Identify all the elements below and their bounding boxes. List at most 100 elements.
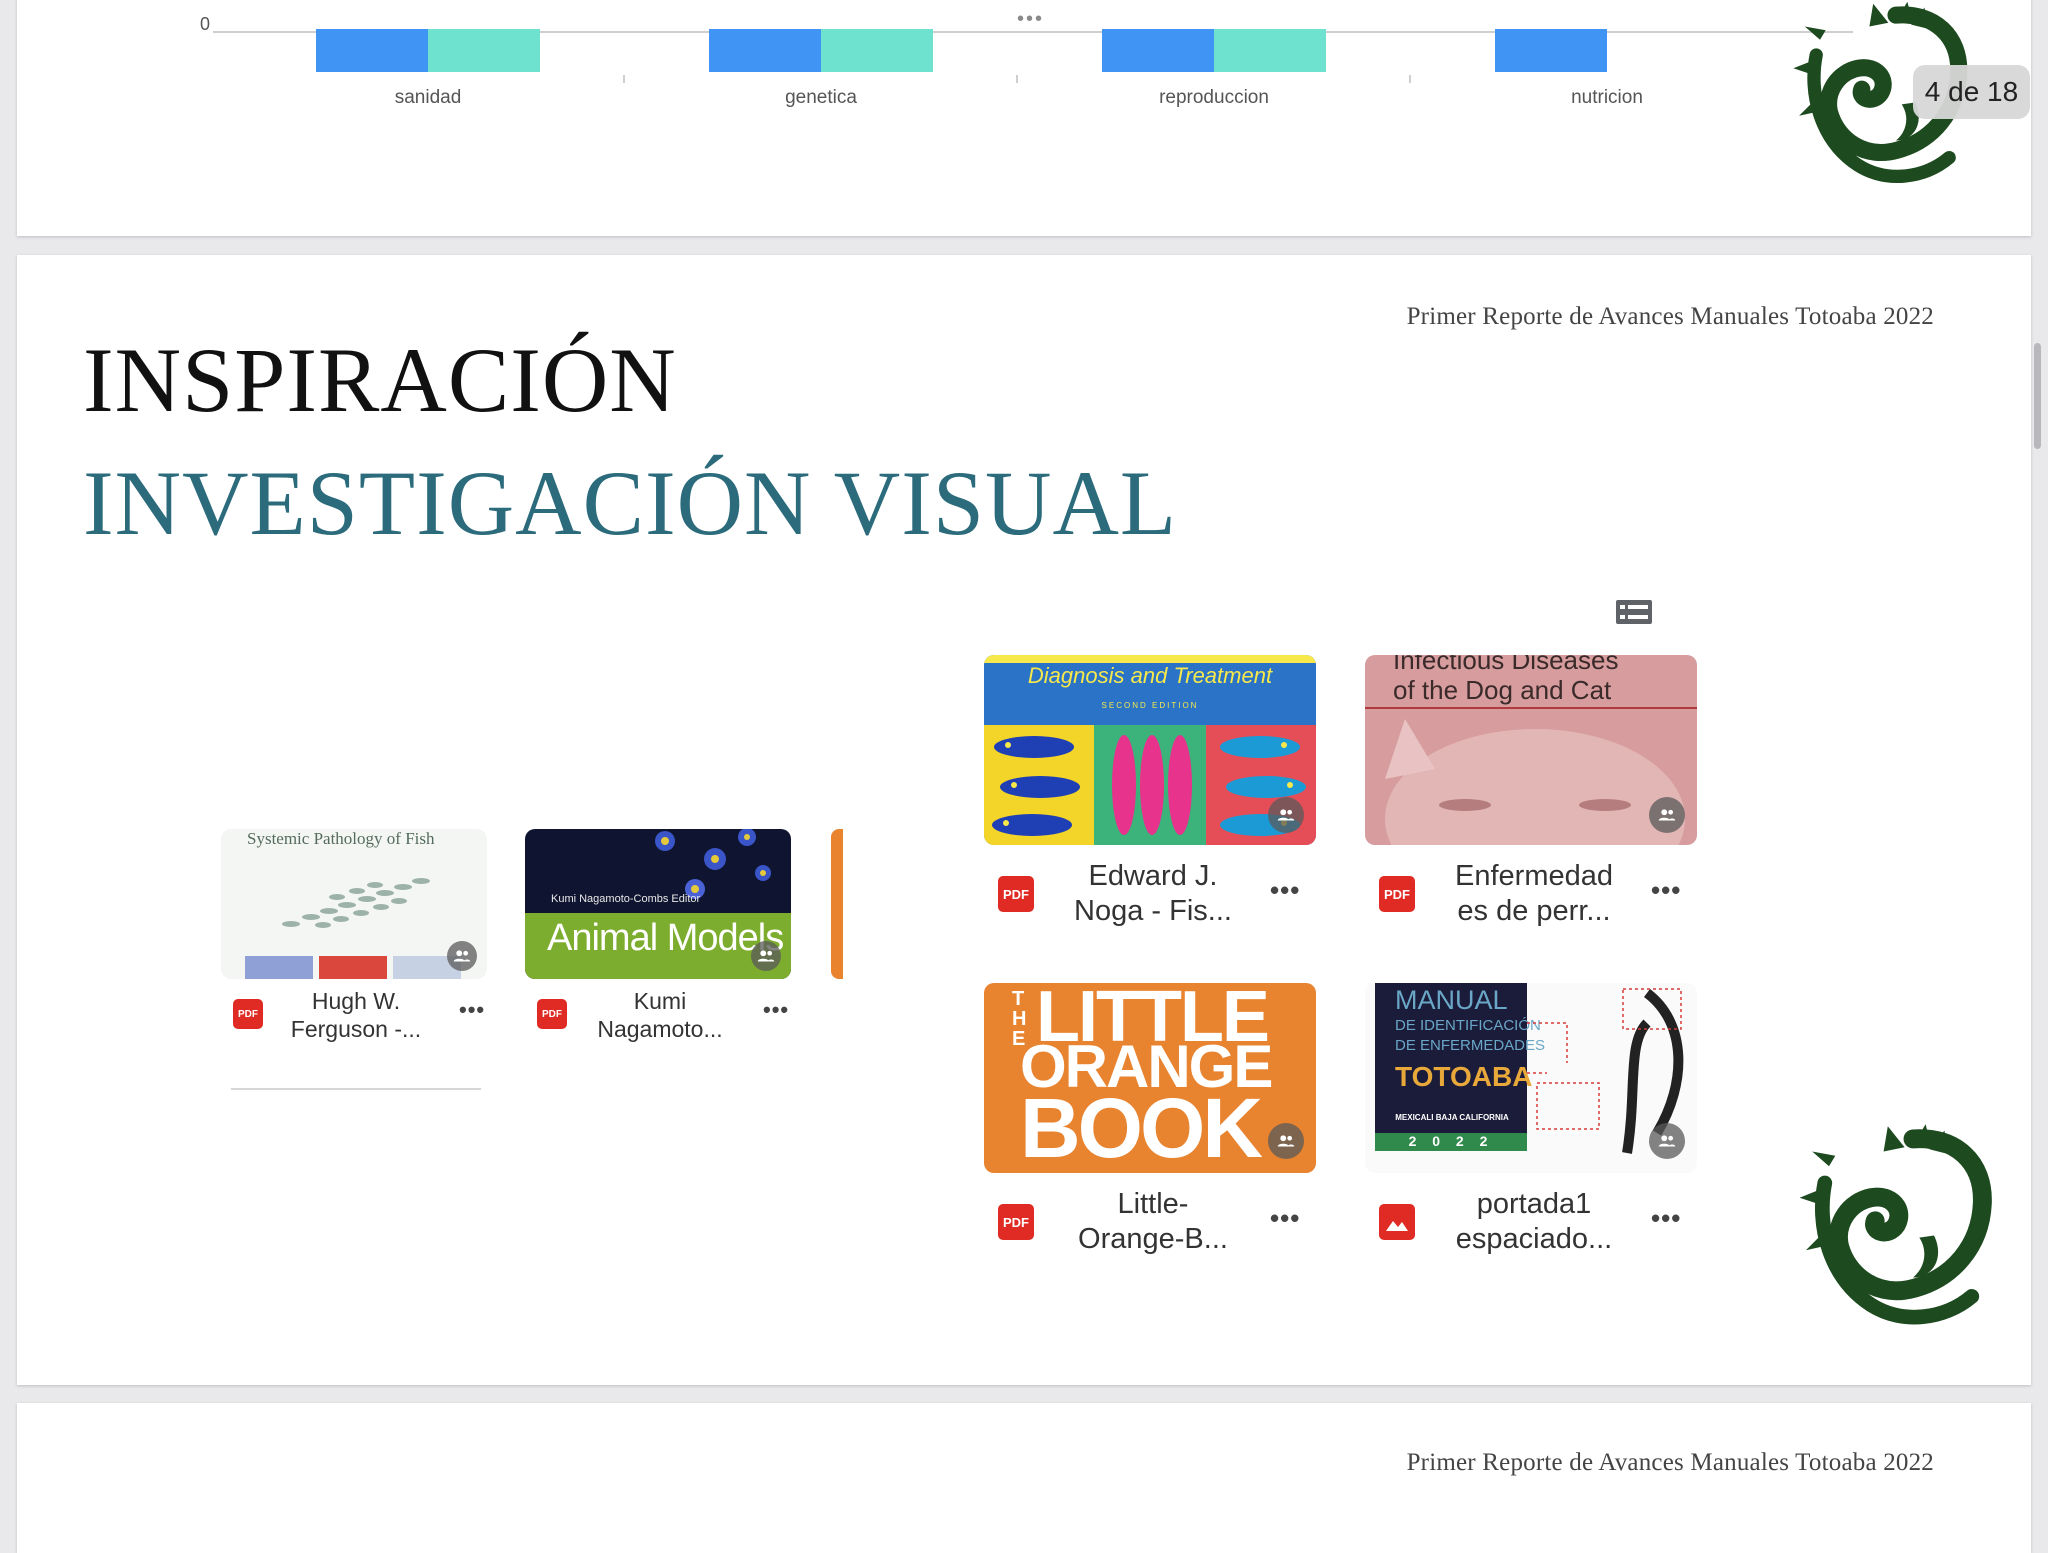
- file-thumbnail[interactable]: Systemic Pathology of Fish: [221, 829, 487, 979]
- file-name-line-2: Ferguson -...: [290, 1016, 422, 1043]
- x-tick: [1016, 75, 1018, 83]
- file-name[interactable]: Enfermedad es de perr...: [1431, 859, 1637, 930]
- y-axis-zero-label: 0: [200, 14, 211, 34]
- file-name-line-1: Enfermedad: [1455, 860, 1613, 892]
- image-file-icon: [1379, 1204, 1415, 1240]
- file-thumbnail[interactable]: MANUAL DE IDENTIFICACIÓN DE ENFERMEDADES…: [1365, 983, 1697, 1173]
- thumbnail-title: Systemic Pathology of Fish: [247, 829, 435, 848]
- bar-sanidad-series-2: [428, 29, 540, 72]
- bar-genetica-series-2: [821, 29, 933, 72]
- pdf-file-icon: PDF: [998, 1204, 1034, 1240]
- x-label-sanidad: sanidad: [394, 87, 462, 108]
- bar-sanidad-series-1: [316, 29, 428, 72]
- fish-school-illustration: [282, 878, 430, 928]
- thumbnail-subtitle: SECOND EDITION: [1101, 701, 1199, 710]
- chart-more-options-icon[interactable]: •••: [1017, 8, 1044, 31]
- shared-folder-icon: [1268, 797, 1304, 833]
- thumbnail-line-5: MEXICALI BAJA CALIFORNIA: [1395, 1113, 1509, 1122]
- pdf-file-icon: PDF: [233, 999, 263, 1029]
- file-name-line-2: Orange-B...: [1078, 1223, 1228, 1256]
- file-more-options-button[interactable]: •••: [1651, 1203, 1681, 1234]
- file-name[interactable]: portada1 espaciado...: [1431, 1187, 1637, 1258]
- embedded-drive-folder-left: Systemic Pathology of Fish PDF Hugh W. F…: [203, 789, 843, 1094]
- file-tile-portada1[interactable]: MANUAL DE IDENTIFICACIÓN DE ENFERMEDADES…: [1365, 983, 1697, 1268]
- shared-folder-icon: [1649, 797, 1685, 833]
- thumbnail-image-strip: [319, 956, 387, 979]
- bar-reproduccion-series-2: [1214, 29, 1326, 72]
- file-more-options-button[interactable]: •••: [1270, 1203, 1300, 1234]
- file-more-options-button[interactable]: •••: [1651, 875, 1681, 906]
- file-more-options-button[interactable]: •••: [459, 997, 485, 1023]
- file-tile-kumi-nagamoto[interactable]: Kumi Nagamoto-Combs Editor Animal Models…: [525, 829, 791, 1079]
- chart-x-axis: sanidad genetica reproduccion nutricion: [213, 29, 1853, 108]
- shared-folder-icon: [1268, 1123, 1304, 1159]
- slide-header: Primer Reporte de Avances Manuales Totoa…: [1406, 303, 1934, 330]
- previous-slide: 0 sanidad genetica reproduccion nutricio…: [17, 0, 2031, 236]
- page-counter: 4 de 18: [1913, 65, 2030, 119]
- file-more-options-button[interactable]: •••: [1270, 875, 1300, 906]
- file-name[interactable]: Hugh W. Ferguson -...: [271, 987, 441, 1043]
- file-tile-hugh-ferguson[interactable]: Systemic Pathology of Fish PDF Hugh W. F…: [221, 829, 487, 1079]
- thumbnail-line-3: DE ENFERMEDADES: [1395, 1037, 1546, 1054]
- file-name[interactable]: Kumi Nagamoto...: [575, 987, 745, 1043]
- file-name[interactable]: Little- Orange-B...: [1050, 1187, 1256, 1258]
- slide-header: Primer Reporte de Avances Manuales Totoa…: [1406, 1449, 1934, 1476]
- thumbnail-line-2: of the Dog and Cat: [1393, 675, 1612, 705]
- thumbnail-image-strip: [245, 956, 313, 979]
- list-view-icon[interactable]: [1616, 600, 1652, 624]
- thumbnail-title: Animal Models: [547, 917, 784, 959]
- dragon-logo-icon: [1799, 1124, 1992, 1325]
- x-tick: [1409, 75, 1411, 83]
- thumbnail-line-2: DE IDENTIFICACIÓN: [1395, 1017, 1541, 1034]
- pdf-file-icon: PDF: [1379, 876, 1415, 912]
- current-slide: Primer Reporte de Avances Manuales Totoa…: [17, 255, 2031, 1385]
- thumbnail-line-1: Infectious Diseases: [1393, 655, 1619, 675]
- file-tile-edward-noga[interactable]: Diagnosis and Treatment SECOND EDITION P…: [984, 655, 1316, 940]
- thumbnail-title: Diagnosis and Treatment: [1027, 663, 1273, 688]
- next-slide: Primer Reporte de Avances Manuales Totoa…: [17, 1403, 2031, 1553]
- file-tile-little-orange-book[interactable]: THE LITTLE ORANGE BOOK PDF Little- Orang…: [984, 983, 1316, 1268]
- file-thumbnail[interactable]: Diagnosis and Treatment SECOND EDITION: [984, 655, 1316, 845]
- shared-folder-icon: [447, 941, 477, 971]
- shared-folder-icon: [751, 941, 781, 971]
- thumbnail-editor: Kumi Nagamoto-Combs Editor: [551, 893, 701, 905]
- file-name-line-2: Nagamoto...: [597, 1016, 723, 1043]
- slide-title: INSPIRACIÓN: [83, 329, 677, 431]
- file-name-line-1: Little-: [1117, 1188, 1189, 1220]
- thumbnail-top-band: [984, 655, 1316, 663]
- file-name-line-2: Noga - Fis...: [1074, 895, 1232, 928]
- file-name-line-1: portada1: [1476, 1188, 1592, 1220]
- x-label-genetica: genetica: [785, 87, 857, 108]
- thumbnail-line-1: MANUAL: [1395, 985, 1508, 1015]
- shared-folder-icon: [1649, 1123, 1685, 1159]
- fish-illustration: [992, 735, 1306, 836]
- file-name[interactable]: Edward J. Noga - Fis...: [1050, 859, 1256, 930]
- x-label-nutricion: nutricion: [1571, 87, 1643, 108]
- next-file-thumbnail-edge: [831, 829, 843, 979]
- slide-subtitle: INVESTIGACIÓN VISUAL: [83, 452, 1178, 554]
- thumbnail-line-6: 2 0 2 2: [1408, 1133, 1494, 1149]
- x-label-reproduccion: reproduccion: [1159, 87, 1269, 108]
- file-name-line-1: Edward J.: [1088, 860, 1218, 892]
- thumbnail-line-4: TOTOABA: [1395, 1061, 1533, 1092]
- file-thumbnail[interactable]: Infectious Diseases of the Dog and Cat: [1365, 655, 1697, 845]
- bar-genetica-series-1: [709, 29, 821, 72]
- vertical-scrollbar[interactable]: [2034, 343, 2041, 449]
- file-tile-enfermedades-perros[interactable]: Infectious Diseases of the Dog and Cat P…: [1365, 655, 1697, 940]
- file-thumbnail[interactable]: THE LITTLE ORANGE BOOK: [984, 983, 1316, 1173]
- file-thumbnail[interactable]: Kumi Nagamoto-Combs Editor Animal Models: [525, 829, 791, 979]
- bar-reproduccion-series-1: [1102, 29, 1214, 72]
- cat-face-illustration: [1385, 719, 1685, 845]
- thumbnail-title-line-3: BOOK: [1020, 1081, 1263, 1173]
- x-tick: [623, 75, 625, 83]
- embedded-drive-folder-right: Diagnosis and Treatment SECOND EDITION P…: [967, 655, 1727, 1385]
- file-name-line-1: Kumi: [633, 988, 687, 1014]
- bar-nutricion-series-1: [1495, 29, 1607, 72]
- scroll-hint-line: [231, 1088, 481, 1090]
- file-name-line-1: Hugh W.: [311, 988, 401, 1014]
- file-name-line-2: espaciado...: [1455, 1223, 1613, 1256]
- pdf-file-icon: PDF: [537, 999, 567, 1029]
- file-name-line-2: es de perr...: [1457, 895, 1611, 928]
- file-more-options-button[interactable]: •••: [763, 997, 789, 1023]
- pdf-file-icon: PDF: [998, 876, 1034, 912]
